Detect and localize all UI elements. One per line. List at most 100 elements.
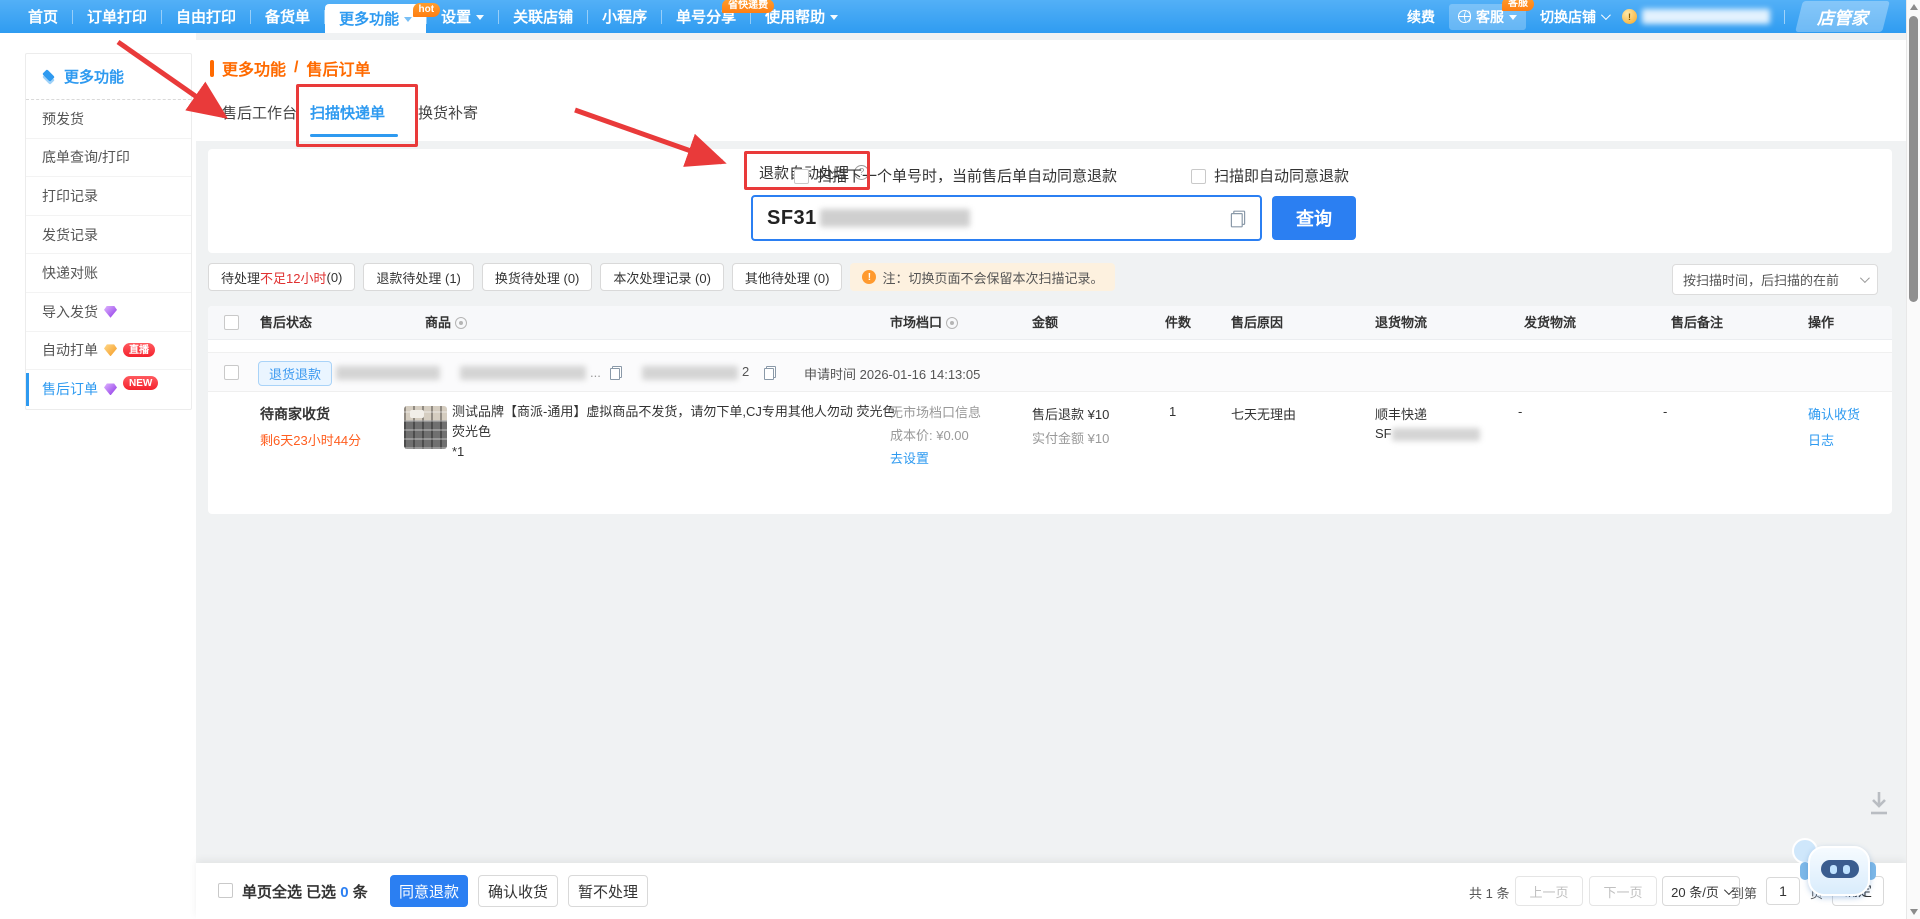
nav-mini-program[interactable]: 小程序 [588,0,661,33]
nav-tracking-share[interactable]: 单号分享 省快递费 [662,0,750,33]
auto-agree-scan-label[interactable]: 扫描即自动同意退款 [1214,165,1349,186]
nav-more-features[interactable]: 更多功能 hot [325,4,426,33]
page-scrollbar[interactable] [1906,0,1920,919]
refund-return-badge[interactable]: 退货退款 [258,361,332,386]
column-config-icon[interactable] [455,317,467,329]
auto-agree-scan-checkbox[interactable] [1191,169,1206,184]
tab-scan-express[interactable]: 扫描快递单 [310,102,385,123]
scrollbar-down-arrow[interactable] [1910,909,1918,915]
page-size-dropdown[interactable]: 20 条/页 [1662,876,1740,906]
row-deadline: 剩6天23小时44分 [260,430,361,449]
live-badge: 直播 [123,343,155,357]
nav-home[interactable]: 首页 [14,0,72,33]
product-image[interactable] [404,406,447,449]
filter-other-pending[interactable]: 其他待处理 (0) [732,263,843,291]
log-link[interactable]: 日志 [1808,430,1834,449]
apply-time: 申请时间 2026-01-16 14:13:05 [804,364,980,383]
col-quantity: 件数 [1165,306,1191,340]
tab-aftersale-workbench[interactable]: 售后工作台 [222,102,297,123]
row-checkbox[interactable] [224,365,239,380]
prev-page-button[interactable]: 上一页 [1515,876,1583,906]
column-config-icon[interactable] [946,317,958,329]
caret-down-icon [476,15,484,20]
stall-setup-link[interactable]: 去设置 [890,448,929,467]
auto-agree-next-checkbox[interactable] [794,169,809,184]
aftersale-reason: 七天无理由 [1231,404,1296,423]
account-info[interactable]: ! [1622,9,1770,24]
col-amount: 金额 [1032,306,1058,340]
robot-visor [1821,860,1859,878]
aftersale-detail-row: 待商家收货 剩6天23小时44分 测试品牌【商派-通用】虚拟商品不发货，请勿下单… [208,392,1892,484]
sidebar-item-auto-print[interactable]: 自动打单 直播 [26,332,191,371]
sidebar-item-import-shipping[interactable]: 导入发货 [26,293,191,332]
chevron-down-icon [1860,273,1870,283]
copy-icon[interactable] [610,366,622,380]
goto-page-label: 到第 [1731,883,1757,902]
page-title: 售后订单 [306,56,370,80]
select-all-page-checkbox[interactable] [218,883,233,898]
brand-logo: 店管家 [1795,1,1890,32]
scrollbar-up-arrow[interactable] [1910,4,1918,10]
sort-order-dropdown[interactable]: 按扫描时间，后扫描的在前 [1672,264,1878,295]
hold-button[interactable]: 暂不处理 [568,875,648,907]
cost-price: 成本价: ¥0.00 [890,425,969,444]
query-button[interactable]: 查询 [1272,196,1356,240]
confirm-receipt-button[interactable]: 确认收货 [478,875,558,907]
filter-session-records[interactable]: 本次处理记录 (0) [600,263,724,291]
filter-pending-12h[interactable]: 待处理不足12小时 (0) [208,263,355,291]
hot-badge: hot [413,3,441,17]
remark-empty: - [1663,404,1667,419]
selected-count-text: 已选 0 条 [306,881,368,902]
download-icon[interactable] [1868,790,1890,821]
item-count: 1 [1169,404,1176,419]
select-all-header-checkbox[interactable] [224,315,239,330]
nav-free-print[interactable]: 自由打印 [162,0,250,33]
sidebar-item-receipt-query[interactable]: 底单查询/打印 [26,139,191,178]
select-all-page-label[interactable]: 单页全选 [242,881,302,902]
copy-icon[interactable] [1231,211,1245,228]
col-reason: 售后原因 [1231,306,1283,340]
filter-row: 待处理不足12小时 (0) 退款待处理 (1) 换货待处理 (0) 本次处理记录… [208,262,1115,292]
assistant-robot-button[interactable] [1792,834,1884,912]
filter-refund-pending[interactable]: 退款待处理 (1) [363,263,474,291]
breadcrumb: 更多功能 / 售后订单 [210,56,370,80]
customer-service-button[interactable]: 客服 客服 [1449,4,1526,30]
selected-count: 0 [340,884,348,901]
robot-head [1808,846,1870,896]
nav-stock-list[interactable]: 备货单 [251,0,324,33]
next-page-button[interactable]: 下一页 [1589,876,1657,906]
left-sidebar: 更多功能 预发货 底单查询/打印 打印记录 发货记录 快递对账 导入发货 自动打… [0,33,196,919]
order-id-2-redacted [642,366,738,380]
service-badge: 客服 [1502,0,1534,11]
truncation-ellipsis: ... [590,365,601,380]
col-aftersale-status: 售后状态 [260,306,312,340]
chevron-down-icon [1601,10,1611,20]
auto-agree-next-label[interactable]: 扫描下一个单号时，当前售后单自动同意退款 [817,165,1117,186]
tracking-number-value: SF31 [767,207,817,230]
filter-exchange-pending[interactable]: 换货待处理 (0) [482,263,593,291]
breadcrumb-accent-bar [210,60,214,77]
sidebar-item-print-records[interactable]: 打印记录 [26,177,191,216]
nav-linked-shops[interactable]: 关联店铺 [499,0,587,33]
confirm-receipt-link[interactable]: 确认收货 [1808,404,1860,423]
breadcrumb-parent[interactable]: 更多功能 [222,56,286,80]
sidebar-item-shipping-records[interactable]: 发货记录 [26,216,191,255]
sidebar-item-aftersale-orders[interactable]: 售后订单 NEW [26,370,191,409]
copy-icon[interactable] [764,366,776,380]
top-navigation-bar: 首页 订单打印 自由打印 备货单 更多功能 hot 设置 关联店铺 小程序 单号… [0,0,1920,33]
tracking-number-input[interactable]: SF31 [751,195,1262,241]
nav-order-print[interactable]: 订单打印 [73,0,161,33]
sidebar-title: 更多功能 [26,54,191,100]
scan-session-notice: ! 注：切换页面不会保留本次扫描记录。 [850,263,1115,291]
switch-shop-button[interactable]: 切换店铺 [1540,7,1608,27]
tracking-number-redacted [820,209,970,227]
tab-exchange-reship[interactable]: 换货补寄 [418,102,478,123]
scrollbar-thumb[interactable] [1909,16,1918,302]
paid-amount: 实付金额 ¥10 [1032,428,1109,447]
new-badge: NEW [123,376,158,390]
agree-refund-button[interactable]: 同意退款 [390,875,468,907]
sidebar-item-courier-reconcile[interactable]: 快递对账 [26,254,191,293]
renew-button[interactable]: 续费 [1407,7,1435,27]
row-status: 待商家收货 [260,404,330,424]
sidebar-item-pre-shipment[interactable]: 预发货 [26,100,191,139]
